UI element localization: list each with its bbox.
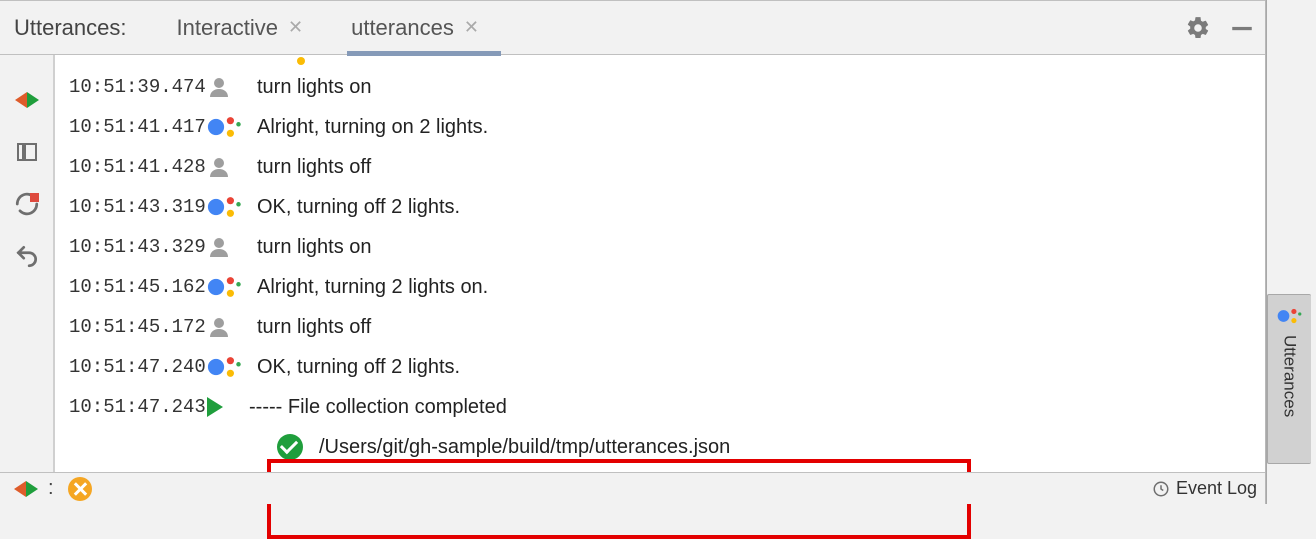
console-separator: : [48, 477, 54, 500]
person-icon [207, 75, 231, 99]
toggle-layout-icon[interactable] [12, 137, 42, 167]
person-icon [207, 155, 231, 179]
event-log-clock-icon [1152, 480, 1170, 498]
right-sidebar: Utterances [1266, 0, 1316, 504]
log-message: Alright, turning on 2 lights. [257, 117, 488, 137]
timestamp: 10:51:45.172 [55, 318, 205, 337]
close-icon[interactable]: ✕ [288, 17, 303, 38]
log-row: 10:51:43.319 OK, turning off 2 lights. [55, 187, 1265, 227]
log-message: turn lights on [257, 77, 372, 97]
event-log-button[interactable]: Event Log [1152, 478, 1257, 499]
panel-title: Utterances: [14, 15, 127, 41]
timestamp: 10:51:41.428 [55, 158, 205, 177]
check-icon [275, 434, 319, 460]
timestamp: 10:51:47.243 [55, 398, 205, 417]
assistant-icon [207, 272, 243, 302]
assistant-icon [207, 112, 243, 142]
log-row: 10:51:41.417 Alright, turning on 2 lights… [55, 107, 1265, 147]
tab-interactive[interactable]: Interactive ✕ [177, 0, 304, 55]
tool-tab-label: Utterances [1280, 335, 1300, 417]
log-message: Alright, turning 2 lights on. [257, 277, 488, 297]
log-row: 10:51:43.329 turn lights on [55, 227, 1265, 267]
assistant-icon [205, 272, 249, 302]
tab-label: utterances [351, 15, 454, 41]
log-row: 10:51:47.240 OK, turning off 2 lights. [55, 347, 1265, 387]
timestamp: 10:51:43.319 [55, 198, 205, 217]
play-icon [205, 397, 249, 417]
log-message: turn lights off [257, 157, 371, 177]
tab-label: Interactive [177, 15, 279, 41]
person-icon [205, 235, 249, 259]
log-row: 10:51:41.428 turn lights off [55, 147, 1265, 187]
console-log[interactable]: 10:51:39.474 turn lights on 10:51:41.417 Al… [54, 55, 1265, 472]
log-message: turn lights on [257, 237, 372, 257]
log-row: 10:51:45.162 Alright, turning 2 lights on… [55, 267, 1265, 307]
timestamp: 10:51:41.417 [55, 118, 205, 137]
person-icon [207, 315, 231, 339]
assistant-icon [205, 192, 249, 222]
status-bar: : Event Log [0, 472, 1265, 504]
tool-gutter [0, 55, 54, 472]
assistant-icon [207, 352, 243, 382]
event-log-label: Event Log [1176, 478, 1257, 499]
timestamp: 10:51:45.162 [55, 278, 205, 297]
timestamp: 10:51:39.474 [55, 78, 205, 97]
log-row: 10:51:39.474 turn lights on [55, 67, 1265, 107]
assistant-icon [205, 112, 249, 142]
utterances-tool-tab[interactable]: Utterances [1267, 294, 1311, 464]
tab-utterances[interactable]: utterances ✕ [351, 0, 479, 55]
assistant-icon [207, 192, 243, 222]
log-message: /Users/git/gh-sample/build/tmp/utterance… [319, 437, 730, 457]
timestamp: 10:51:47.240 [55, 358, 205, 377]
rerun-arrows-icon[interactable] [12, 85, 42, 115]
person-icon [205, 315, 249, 339]
timestamp: 10:51:43.329 [55, 238, 205, 257]
close-icon[interactable]: ✕ [464, 17, 479, 38]
assistant-icon [205, 352, 249, 382]
person-icon [205, 75, 249, 99]
undo-icon[interactable] [12, 241, 42, 271]
utterances-panel-header: Utterances: Interactive ✕ utterances ✕ [0, 0, 1265, 55]
log-message: turn lights off [257, 317, 371, 337]
person-icon [207, 235, 231, 259]
gear-icon[interactable] [1185, 15, 1211, 41]
log-row: 10:51:47.243 ----- File collection comple… [55, 387, 1265, 427]
log-row: 10:51:45.172 turn lights off [55, 307, 1265, 347]
refresh-icon[interactable] [12, 189, 42, 219]
log-message: OK, turning off 2 lights. [257, 197, 460, 217]
rerun-arrows-icon[interactable] [14, 479, 38, 499]
log-message: OK, turning off 2 lights. [257, 357, 460, 377]
person-icon [205, 155, 249, 179]
log-row: /Users/git/gh-sample/build/tmp/utterance… [55, 427, 1265, 467]
log-message: ----- File collection completed [249, 397, 507, 417]
cancel-icon[interactable] [68, 477, 92, 501]
assistant-icon [1277, 305, 1303, 327]
minimize-icon[interactable] [1229, 15, 1255, 41]
